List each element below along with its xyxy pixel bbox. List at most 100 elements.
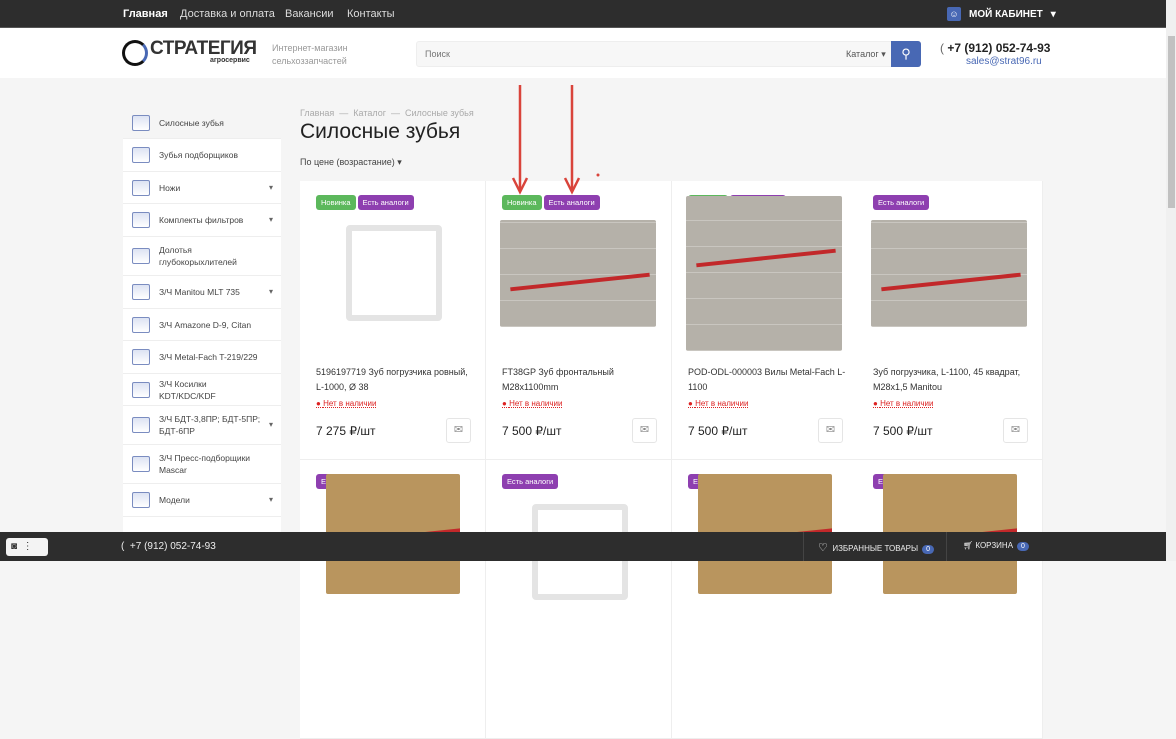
sidebar-item-label: З/Ч Косилки KDT/KDC/KDF — [159, 378, 216, 401]
sidebar-item[interactable]: З/Ч Amazone D-9, Citan — [123, 309, 281, 341]
tagline: Интернет-магазин сельхоззапчастей — [272, 42, 348, 68]
product-price: 7 500 ₽/шт — [688, 424, 748, 438]
bottom-bar: ◙ ⋮ ( +7 (912) 052-74-93 ♡ ИЗБРАННЫЕ ТОВ… — [0, 532, 1166, 561]
user-icon: ☺ — [947, 7, 961, 21]
product-name[interactable]: Зуб погрузчика, L-1100, 45 квадрат, M28x… — [873, 365, 1033, 395]
search-button[interactable]: ⚲ — [891, 41, 921, 67]
product-name[interactable]: 5196197719 Зуб погрузчика ровный, L-1000… — [316, 365, 476, 395]
stock-label: Нет в наличии — [695, 399, 749, 408]
product-image[interactable] — [686, 196, 842, 351]
search-scope-select[interactable]: Каталог ▾ — [846, 49, 886, 60]
search-input[interactable] — [425, 49, 805, 59]
stock-label: Нет в наличии — [880, 399, 934, 408]
stock-status: ● Нет в наличии — [316, 399, 377, 408]
sidebar-item[interactable]: Модели ▾ — [123, 484, 281, 517]
nav-delivery[interactable]: Доставка и оплата — [180, 8, 275, 20]
header-phone[interactable]: ( +7 (912) 052-74-93 — [940, 41, 1050, 55]
product-card[interactable]: Новинка Есть аналоги 5196197719 Зуб погруз… — [300, 181, 486, 460]
product-card[interactable]: Есть аналоги — [300, 460, 486, 739]
badges: НовинкаЕсть аналоги — [316, 195, 414, 210]
scrollbar-thumb[interactable] — [1168, 36, 1175, 208]
notify-button[interactable]: ✉ — [818, 418, 843, 443]
chevron-down-icon[interactable]: ▾ — [269, 494, 273, 506]
sidebar-item-label: Силосные зубья — [159, 117, 224, 128]
breadcrumb-catalog[interactable]: Каталог — [353, 108, 386, 118]
stock-status: ● Нет в наличии — [873, 399, 934, 408]
screenshot-tool[interactable]: ◙ ⋮ — [6, 538, 48, 556]
sidebar-item[interactable]: З/Ч Пресс-подборщики Mascar — [123, 445, 281, 484]
product-card[interactable]: Есть аналоги Зуб погрузчика, L-1100, 45 к… — [857, 181, 1043, 460]
sidebar-item-label: Долотья глубокорыхлителей — [159, 245, 237, 267]
sidebar-item[interactable]: Комплекты фильтров ▾ — [123, 204, 281, 237]
sidebar-catalog: Силосные зубья Зубья подборщиков Ножи ▾ Комп… — [123, 107, 281, 537]
favorites-button[interactable]: ♡ ИЗБРАННЫЕ ТОВАРЫ 0 — [818, 541, 934, 554]
stock-status: ● Нет в наличии — [502, 399, 563, 408]
notify-button[interactable]: ✉ — [446, 418, 471, 443]
chevron-down-icon[interactable]: ▾ — [269, 286, 273, 298]
sidebar-item[interactable]: Зубья подборщиков — [123, 139, 281, 172]
envelope-icon: ✉ — [1010, 424, 1021, 436]
logo[interactable]: СТРАТЕГИЯ агросервис — [122, 39, 257, 66]
heart-icon: ♡ — [818, 542, 828, 554]
sidebar-item[interactable]: Силосные зубья — [123, 107, 281, 139]
product-price: 7 500 ₽/шт — [502, 424, 562, 438]
product-card[interactable]: Новинка Есть аналоги FT38GP Зуб фронтальны… — [486, 181, 672, 460]
category-icon — [132, 284, 150, 300]
nav-home[interactable]: Главная — [123, 8, 168, 20]
camera-icon: ◙ — [11, 541, 18, 552]
notify-button[interactable]: ✉ — [1003, 418, 1028, 443]
product-price: 7 275 ₽/шт — [316, 424, 376, 438]
sidebar-item[interactable]: З/Ч Manitou MLT 735 ▾ — [123, 276, 281, 309]
category-icon — [132, 492, 150, 508]
search-bar: Каталог ▾ ⚲ — [416, 41, 921, 67]
phone-number: +7 (912) 052-74-93 — [947, 41, 1051, 55]
sidebar-item[interactable]: З/Ч БДТ-3,8ПР; БДТ-5ПР; БДТ-6ПР ▾ — [123, 406, 281, 445]
category-icon — [132, 316, 150, 333]
cabinet-label: МОЙ КАБИНЕТ — [969, 8, 1043, 20]
cart-label: КОРЗИНА — [975, 541, 1014, 550]
notify-button[interactable]: ✉ — [632, 418, 657, 443]
envelope-icon: ✉ — [825, 424, 836, 436]
image-placeholder-icon[interactable] — [346, 225, 442, 321]
product-image[interactable] — [500, 220, 656, 327]
product-image[interactable] — [871, 220, 1027, 327]
category-icon — [132, 147, 150, 163]
chevron-down-icon[interactable]: ▾ — [269, 419, 273, 431]
sort-select[interactable]: По цене (возрастание) ▾ — [300, 157, 402, 168]
product-card[interactable]: Есть аналоги — [672, 460, 858, 739]
header-email[interactable]: sales@strat96.ru — [966, 56, 1042, 67]
envelope-icon: ✉ — [639, 424, 650, 436]
badges: Есть аналоги — [873, 195, 930, 210]
nav-contacts[interactable]: Контакты — [347, 8, 395, 20]
cart-button[interactable]: 🛒︎ КОРЗИНА 0 — [963, 541, 1029, 551]
sidebar-item[interactable]: Ножи ▾ — [123, 172, 281, 204]
more-icon: ⋮ — [22, 541, 33, 552]
breadcrumb-home[interactable]: Главная — [300, 108, 334, 118]
sidebar-item[interactable]: Долотья глубокорыхлителей — [123, 237, 281, 276]
chevron-down-icon: ▾ — [1050, 8, 1056, 20]
sidebar-item[interactable]: З/Ч Косилки KDT/KDC/KDF — [123, 374, 281, 406]
product-price: 7 500 ₽/шт — [873, 424, 933, 438]
product-name[interactable]: POD-ODL-000003 Вилы Metal-Fach L-1100 — [688, 365, 848, 395]
logo-subtext: агросервис — [210, 57, 250, 64]
category-icon — [132, 114, 150, 131]
product-card[interactable]: Есть аналоги — [857, 460, 1043, 739]
badges: НовинкаЕсть аналоги — [502, 195, 600, 210]
product-name[interactable]: FT38GP Зуб фронтальный M28x1100mm — [502, 365, 662, 395]
logo-ring-icon — [122, 40, 148, 66]
cart-count: 0 — [1017, 542, 1029, 551]
product-card[interactable]: НовинкаЕсть аналогиPOD-ODL-000003 Вилы M… — [672, 181, 858, 460]
chevron-down-icon[interactable]: ▾ — [269, 214, 273, 226]
chevron-down-icon[interactable]: ▾ — [269, 182, 273, 194]
bottom-phone[interactable]: ( +7 (912) 052-74-93 — [121, 541, 216, 552]
product-card[interactable]: Есть аналоги — [486, 460, 672, 739]
breadcrumb: Главная — Каталог — Силосные зубья — [300, 108, 474, 118]
sidebar-item[interactable]: З/Ч Metal-Fach T-219/229 — [123, 341, 281, 374]
sidebar-item-label: Модели — [159, 495, 190, 505]
my-cabinet-button[interactable]: ☺ МОЙ КАБИНЕТ ▾ — [947, 7, 1056, 21]
sidebar-item-label: Ножи — [159, 182, 181, 193]
badge-new: Новинка — [316, 195, 356, 210]
sidebar-item-label: З/Ч Amazone D-9, Citan — [159, 319, 252, 330]
nav-vacancies[interactable]: Вакансии — [285, 8, 334, 20]
sidebar-item-label: З/Ч Manitou MLT 735 — [159, 287, 240, 297]
